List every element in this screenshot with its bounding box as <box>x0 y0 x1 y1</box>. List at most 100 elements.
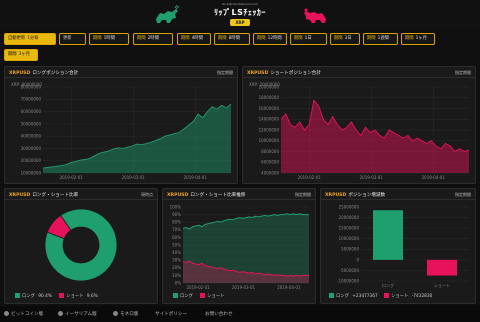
y-tick-label: 18000000 <box>259 95 280 100</box>
legend-swatch-long <box>329 293 334 298</box>
ratio-history-panel: XRPUSD ロング・ショート比率推移 指定期間 100% 90% 80% 70% 60%… <box>162 188 316 304</box>
button-label: 1分毎 <box>27 36 39 41</box>
y-tick-label: 12000000 <box>259 127 280 132</box>
y-tick-label: 4000000 <box>261 170 279 175</box>
divider <box>163 199 315 200</box>
y-tick-label: 90% <box>172 212 181 217</box>
history-legend: ロング ショート <box>173 293 224 299</box>
x-tick-label: 2019-02-01 <box>60 175 84 180</box>
period-button[interactable]: 期間 4時間 <box>177 33 211 45</box>
divider <box>5 77 237 78</box>
unit-label: XRP: 80000000 <box>11 82 42 87</box>
button-prefix: 期間 <box>93 36 102 41</box>
period-button[interactable]: 期間 1時間 <box>89 33 129 45</box>
period-button[interactable]: 期間 8時間 <box>214 33 250 45</box>
y-tick-label: 20000000 <box>339 215 360 220</box>
period-label: 指定期間 <box>295 192 311 197</box>
long-total-panel: XRPUSD ロングポジション合計 指定期間 80000000 70000000 60… <box>4 66 238 184</box>
site-url: lsc.bitcoinshokunin.com <box>222 2 258 6</box>
period-button[interactable]: 期間 1週間 <box>363 33 398 45</box>
bar <box>427 259 457 276</box>
button-prefix: 期間 <box>334 36 343 41</box>
button-prefix: 自動更新 <box>8 36 26 41</box>
y-tick-label: 25000000 <box>339 204 360 209</box>
y-tick-label: 8000000 <box>261 149 279 154</box>
y-tick-label: 14000000 <box>259 117 280 122</box>
unit-label: XRP: 20000000 <box>249 82 280 87</box>
footer-link-label: イーサリアム版 <box>65 312 97 317</box>
divider <box>5 199 157 200</box>
button-prefix: 期間 <box>181 36 190 41</box>
footer-link-label: ビットコイン版 <box>11 312 44 317</box>
y-tick-label: 10000000 <box>259 138 280 143</box>
y-tick-label: 30% <box>172 258 181 263</box>
legend-swatch-long <box>173 293 178 298</box>
legend-swatch-short <box>384 293 390 298</box>
period-button-row: 自動更新 1分毎 更新 期間 1時間 期間 2時間 期間 4時間 期間 8時間 期間 12時間 期間 1日期… <box>0 33 480 47</box>
period-button[interactable]: 期間 3ヶ月 <box>4 49 38 61</box>
period-label: 指定期間 <box>217 70 233 75</box>
period-button[interactable]: 期間 12時間 <box>253 33 287 45</box>
y-tick-label: 16000000 <box>259 106 280 111</box>
site-header: lsc.bitcoinshokunin.com ﾘｯﾌﾟLSﾁｪｯｶｰ XRP <box>0 0 480 30</box>
period-button[interactable]: 自動更新 1分毎 <box>4 33 56 45</box>
site-footer: ビットコイン版 イーサリアム版 モネロ版 サイトポリシー お問い合わせ <box>0 306 480 322</box>
ethereum-icon <box>58 311 63 316</box>
y-tick-label: 15000000 <box>339 226 360 231</box>
footer-link[interactable]: お問い合わせ <box>205 311 233 317</box>
y-tick-label: 60000000 <box>21 109 42 114</box>
y-tick-label: 10% <box>172 273 181 278</box>
footer-link[interactable]: サイトポリシー <box>155 311 187 317</box>
y-tick-label: 60% <box>172 235 181 240</box>
bear-icon <box>304 8 326 23</box>
panel-title: XRPUSD ロング・ショート比率 <box>9 193 79 198</box>
delta-bar-chart: 25000000 20000000 15000000 10000000 5000000 0… <box>337 204 469 288</box>
period-button[interactable]: 期間 2時間 <box>133 33 173 45</box>
period-button[interactable]: 期間 1ヶ月 <box>401 33 435 45</box>
short-total-chart: 2000000018000000160000001400000012000000… <box>249 82 470 180</box>
y-tick-label: 20% <box>172 265 181 270</box>
y-tick-label: 40000000 <box>21 134 42 139</box>
period-button[interactable]: 更新 <box>59 33 86 45</box>
y-tick-label: 70000000 <box>21 97 42 102</box>
x-tick-label: 2019-02-01 <box>298 175 322 180</box>
button-label: 4時間 <box>191 36 203 41</box>
button-prefix: 期間 <box>218 36 227 41</box>
delta-legend: ロング +23477367 ショート -7432830 <box>329 293 432 299</box>
footer-link[interactable]: モネロ版 <box>113 311 138 317</box>
button-prefix: 期間 <box>137 36 146 41</box>
bar <box>373 210 403 260</box>
bitcoin-icon <box>4 311 9 316</box>
button-label: 1時間 <box>103 36 115 41</box>
y-tick-label: 0% <box>175 280 182 285</box>
button-prefix: 期間 <box>257 36 266 41</box>
footer-link[interactable]: イーサリアム版 <box>58 311 97 317</box>
footer-link[interactable]: ビットコイン版 <box>4 311 43 317</box>
panel-title: XRPUSD ロング・ショート比率推移 <box>167 193 246 198</box>
y-tick-label: 10000000 <box>339 236 360 241</box>
monero-icon <box>113 311 118 316</box>
period-button-row-2: 期間 3ヶ月 <box>0 49 480 63</box>
y-tick-label: 80% <box>172 220 181 225</box>
footer-link-label: モネロ版 <box>120 312 139 317</box>
y-tick-label: 30000000 <box>21 146 42 151</box>
panel-title: XRPUSD ショートポジション合計 <box>247 71 321 76</box>
button-prefix: 期間 <box>405 36 414 41</box>
panel-title: XRPUSD ロングポジション合計 <box>9 71 79 76</box>
button-label: 2時間 <box>147 36 159 41</box>
y-tick-label: 5000000 <box>341 247 359 252</box>
panel-title: XRPUSD ポジション増減数 <box>325 193 386 198</box>
button-label: 3日 <box>344 36 352 41</box>
delta-panel: XRPUSD ポジション増減数 指定期間 25000000 20000000 1500… <box>320 188 476 304</box>
period-button[interactable]: 期間 1日 <box>290 33 327 45</box>
period-button[interactable]: 期間 3日 <box>330 33 360 45</box>
x-tick-label: 2019-04-01 <box>422 175 446 180</box>
footer-link-label: サイトポリシー <box>155 312 188 317</box>
button-label: 1週間 <box>377 36 389 41</box>
y-tick-label: 40% <box>172 250 181 255</box>
button-label: 3ヶ月 <box>18 52 30 57</box>
button-prefix: 期間 <box>367 36 376 41</box>
button-prefix: 期間 <box>8 52 17 57</box>
bull-icon <box>156 5 180 23</box>
x-tick-label: 2019-04-01 <box>277 285 301 290</box>
